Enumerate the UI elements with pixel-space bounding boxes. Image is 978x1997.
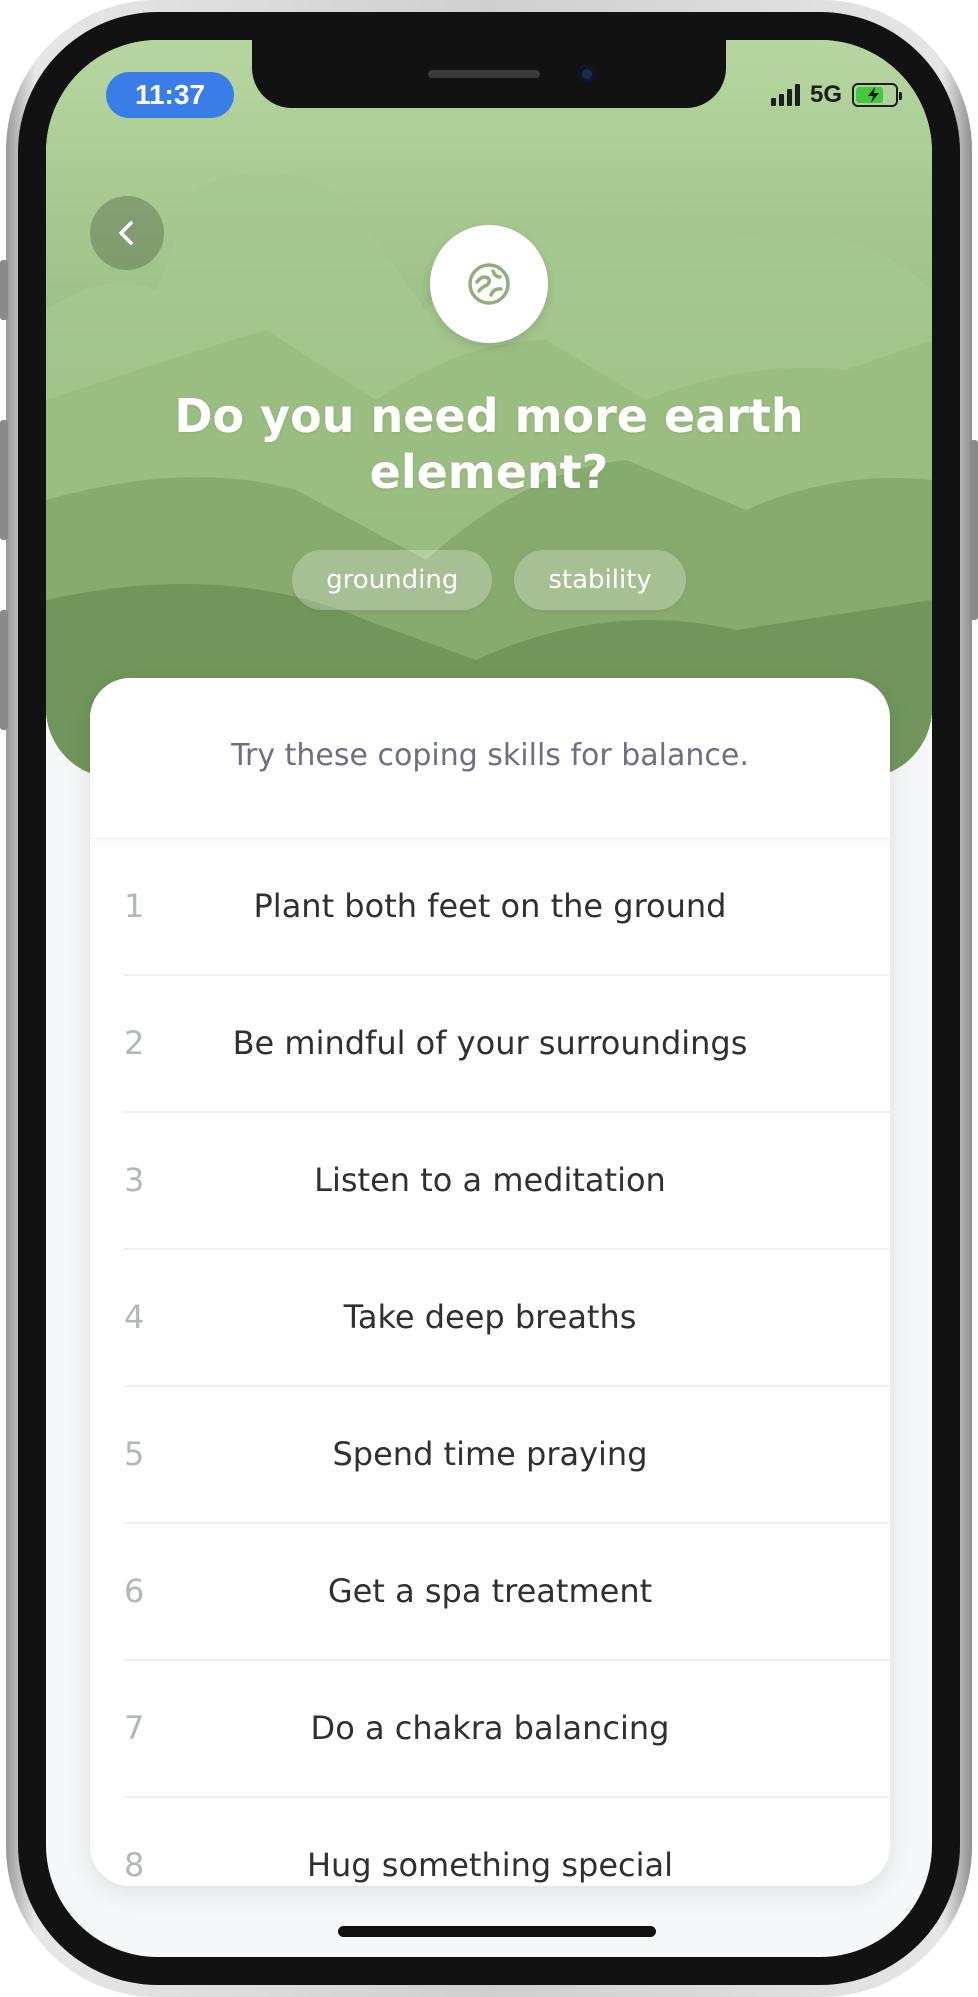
skill-text: Hug something special [306, 1846, 674, 1884]
front-camera [578, 65, 596, 83]
app-screen: 11:37 5G Do you need more earth element?… [46, 40, 932, 1957]
skill-item[interactable]: 7 Do a chakra balancing [124, 1661, 890, 1798]
phone-power-button [970, 440, 978, 620]
earth-element-icon [468, 263, 510, 305]
phone-volume-down-button [0, 610, 8, 730]
skill-list: 1 Plant both feet on the ground 2 Be min… [90, 839, 890, 1886]
skill-text: Listen to a meditation [314, 1161, 666, 1199]
chevron-left-icon [119, 221, 133, 245]
skill-item[interactable]: 3 Listen to a meditation [124, 1113, 890, 1250]
speaker-grille [428, 70, 540, 78]
skill-text: Be mindful of your surroundings [232, 1024, 748, 1062]
skill-text: Do a chakra balancing [310, 1709, 670, 1747]
skill-text: Plant both feet on the ground [253, 887, 727, 925]
battery-cap [899, 92, 902, 100]
card-intro: Try these coping skills for balance. [90, 678, 890, 839]
phone-volume-up-button [0, 420, 8, 540]
skill-item[interactable]: 2 Be mindful of your surroundings [124, 976, 890, 1113]
home-indicator[interactable] [338, 1926, 656, 1937]
tag-stability: stability [514, 550, 686, 610]
skill-item[interactable]: 8 Hug something special [124, 1798, 890, 1886]
skill-item[interactable]: 1 Plant both feet on the ground [124, 839, 890, 976]
element-badge [430, 225, 548, 343]
coping-skills-card: Try these coping skills for balance. 1 P… [90, 678, 890, 1886]
skill-text: Take deep breaths [343, 1298, 637, 1336]
notch [252, 40, 726, 108]
tag-grounding: grounding [292, 550, 493, 610]
phone-side-button [0, 260, 8, 320]
status-indicators: 5G [770, 78, 902, 112]
battery-icon [852, 83, 902, 107]
network-type: 5G [809, 81, 842, 108]
skill-item[interactable]: 4 Take deep breaths [124, 1250, 890, 1387]
skill-item[interactable]: 5 Spend time praying [124, 1387, 890, 1524]
cellular-signal-icon [770, 84, 800, 106]
tag-list: grounding stability [46, 550, 932, 610]
skill-text: Spend time praying [332, 1435, 648, 1473]
skill-item[interactable]: 6 Get a spa treatment [124, 1524, 890, 1661]
page-title: Do you need more earth element? [174, 389, 804, 499]
status-time: 11:37 [106, 72, 234, 118]
charging-bolt-icon [868, 87, 879, 103]
skill-text: Get a spa treatment [327, 1572, 653, 1610]
back-button[interactable] [90, 196, 164, 270]
